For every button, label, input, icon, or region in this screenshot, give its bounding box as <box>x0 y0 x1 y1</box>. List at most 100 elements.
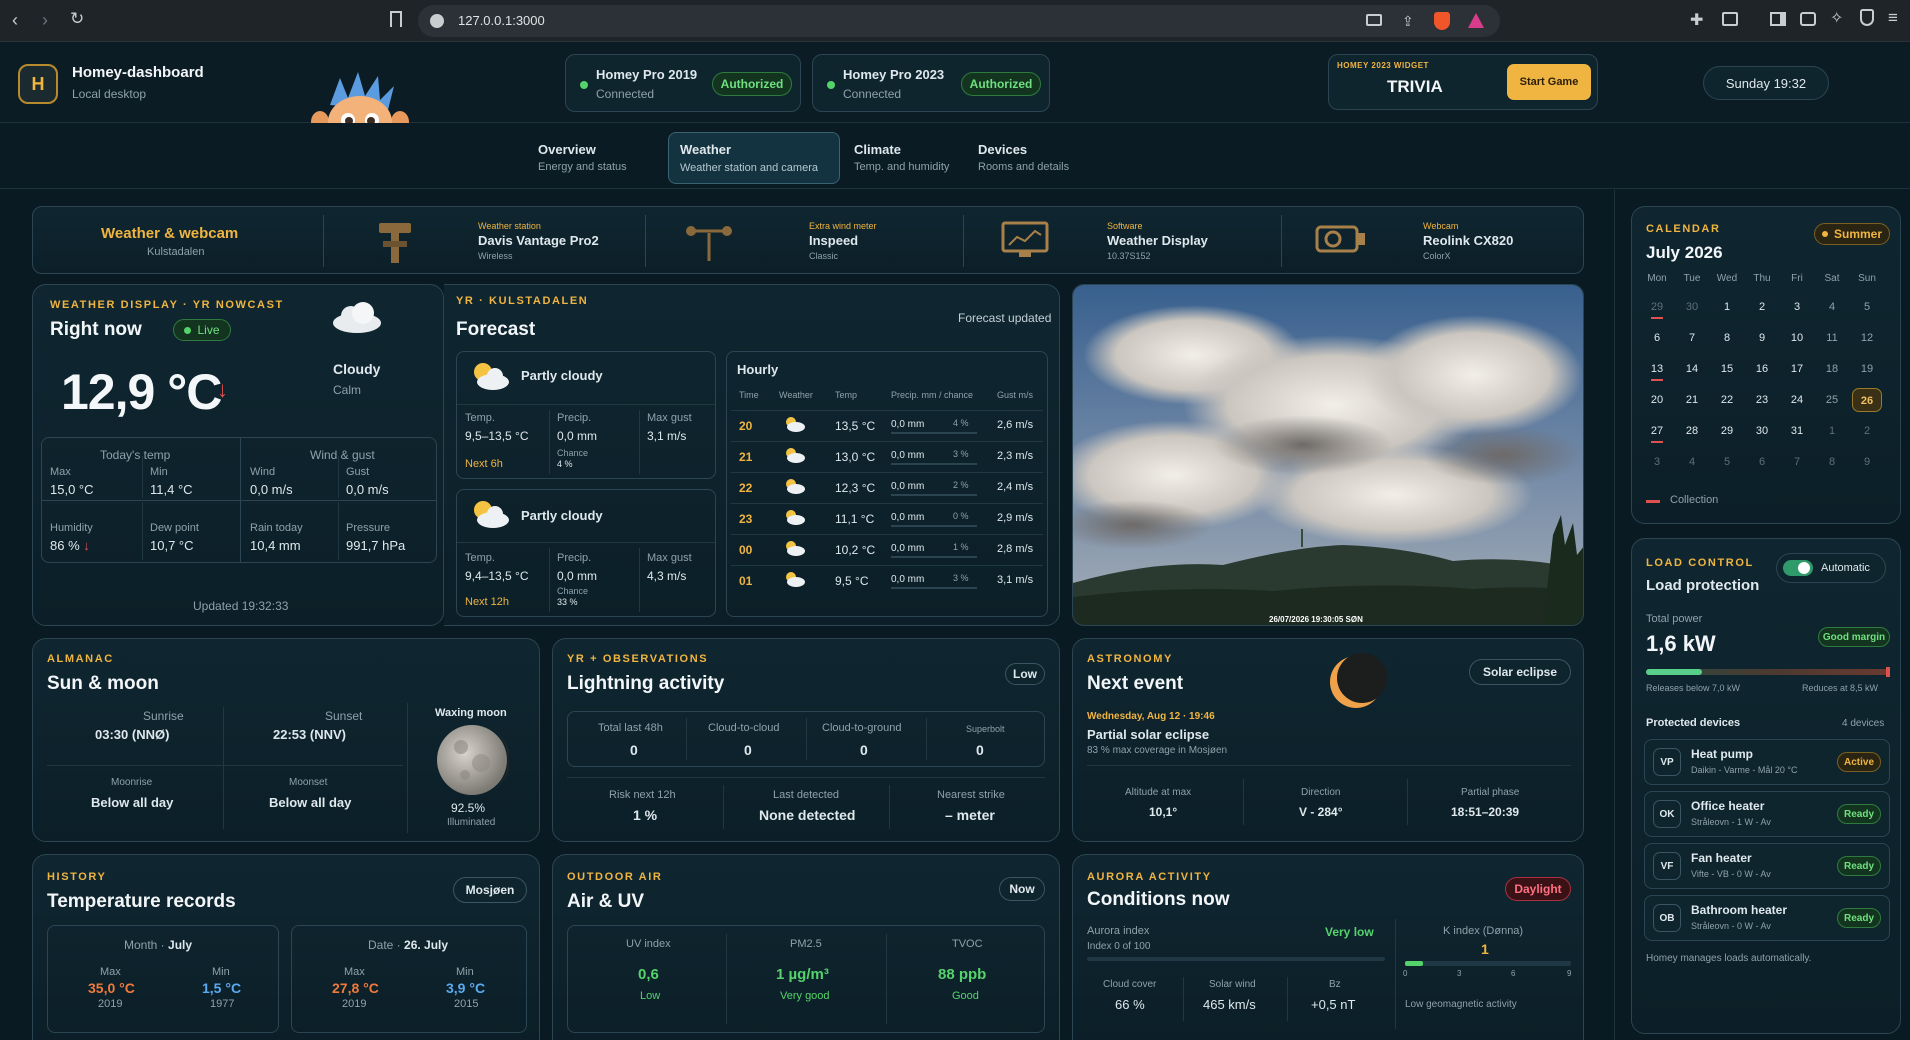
share-icon[interactable]: ⇪ <box>1402 13 1414 30</box>
tab-icon[interactable] <box>1722 12 1738 26</box>
hour-temp: 11,1 °C <box>835 512 875 526</box>
load-device-row[interactable]: OK Office heater Stråleovn - 1 W - Av Re… <box>1644 791 1890 837</box>
device-homey-2023[interactable]: Homey Pro 2023 Connected Authorized <box>812 54 1050 112</box>
hourly-row: 22 12,3 °C 0,0 mm 2 % 2,4 m/s <box>731 472 1043 500</box>
calendar-day[interactable]: 2 <box>1747 295 1777 319</box>
precip-bar <box>891 463 977 465</box>
trend-down-icon: ↓ <box>217 377 228 402</box>
calendar-day[interactable]: 31 <box>1782 419 1812 443</box>
tab-devices[interactable]: Devices Rooms and details <box>968 135 1098 181</box>
strike-counts: Total last 48h 0 Cloud-to-cloud 0 Cloud-… <box>567 711 1045 767</box>
equip-name: Reolink CX820 <box>1423 233 1514 248</box>
superbolt-label: Superbolt <box>966 724 1005 734</box>
calendar-day[interactable]: 27 <box>1642 419 1672 443</box>
calendar-day[interactable]: 5 <box>1712 450 1742 474</box>
device-homey-2019[interactable]: Homey Pro 2019 Connected Authorized <box>565 54 801 112</box>
tab-overview[interactable]: Overview Energy and status <box>528 135 668 181</box>
phase-value: 18:51–20:39 <box>1451 805 1520 819</box>
calendar-day[interactable]: 25 <box>1817 388 1847 412</box>
tab-sublabel: Energy and status <box>538 161 627 173</box>
calendar-day[interactable]: 4 <box>1817 295 1847 319</box>
calendar-day-today[interactable]: 26 <box>1852 388 1882 412</box>
calendar-day[interactable]: 10 <box>1782 326 1812 350</box>
address-bar[interactable]: 127.0.0.1:3000 ⇪ <box>418 5 1500 37</box>
cloud-cover-label: Cloud cover <box>1103 979 1157 990</box>
calendar-day[interactable]: 6 <box>1747 450 1777 474</box>
url-text[interactable]: 127.0.0.1:3000 <box>458 13 545 28</box>
automatic-toggle[interactable]: Automatic <box>1776 553 1886 583</box>
site-info-icon[interactable] <box>430 14 444 28</box>
calendar-day[interactable]: 18 <box>1817 357 1847 381</box>
calendar-day[interactable]: 3 <box>1782 295 1812 319</box>
now-badge: Now <box>999 877 1045 901</box>
calendar-day[interactable]: 21 <box>1677 388 1707 412</box>
partly-cloudy-icon <box>786 417 805 432</box>
calendar-day[interactable]: 11 <box>1817 326 1847 350</box>
uv-label: UV index <box>626 938 671 950</box>
calendar-day[interactable]: 1 <box>1712 295 1742 319</box>
widget-title: TRIVIA <box>1387 77 1443 96</box>
forward-icon[interactable]: › <box>42 10 48 31</box>
calendar-day[interactable]: 30 <box>1677 295 1707 319</box>
calendar-day[interactable]: 4 <box>1677 450 1707 474</box>
cast-icon[interactable] <box>1366 14 1382 26</box>
aurora-index-value: Very low <box>1325 925 1374 939</box>
load-device-row[interactable]: OB Bathroom heater Stråleovn - 0 W - Av … <box>1644 895 1890 941</box>
calendar-day[interactable]: 14 <box>1677 357 1707 381</box>
calendar-day[interactable]: 16 <box>1747 357 1777 381</box>
brave-shield-icon[interactable] <box>1434 12 1450 30</box>
tab-weather[interactable]: Weather Weather station and camera <box>668 132 840 184</box>
load-device-row[interactable]: VP Heat pump Daikin - Varme - Mål 20 °C … <box>1644 739 1890 785</box>
calendar-day[interactable]: 29 <box>1642 295 1672 319</box>
calendar-day[interactable]: 1 <box>1817 419 1847 443</box>
back-icon[interactable]: ‹ <box>12 10 18 31</box>
calendar-day[interactable]: 2 <box>1852 419 1882 443</box>
calendar-day[interactable]: 30 <box>1747 419 1777 443</box>
sidebar-icon[interactable] <box>1770 12 1786 26</box>
menu-icon[interactable]: ≡ <box>1888 8 1898 28</box>
calendar-day[interactable]: 3 <box>1642 450 1672 474</box>
wallet-icon[interactable] <box>1800 12 1816 26</box>
calendar-day[interactable]: 5 <box>1852 295 1882 319</box>
divider <box>726 934 727 1024</box>
load-device-row[interactable]: VF Fan heater Vifte - VB - 0 W - Av Read… <box>1644 843 1890 889</box>
calendar-day[interactable]: 9 <box>1747 326 1777 350</box>
calendar-day[interactable]: 7 <box>1782 450 1812 474</box>
k-tick: 0 <box>1403 969 1408 978</box>
calendar-day[interactable]: 17 <box>1782 357 1812 381</box>
calendar-day[interactable]: 13 <box>1642 357 1672 381</box>
hour-chance: 3 % <box>953 573 969 583</box>
logo: H <box>18 64 58 104</box>
reload-icon[interactable]: ↻ <box>70 9 84 29</box>
min-label: Min <box>456 966 474 978</box>
calendar-day[interactable]: 28 <box>1677 419 1707 443</box>
calendar-day[interactable]: 6 <box>1642 326 1672 350</box>
webcam-image[interactable]: 26/07/2026 19:30:05 SØN <box>1072 284 1584 626</box>
hour-gust: 3,1 m/s <box>997 574 1034 586</box>
calendar-day[interactable]: 8 <box>1817 450 1847 474</box>
location-badge[interactable]: Mosjøen <box>453 877 527 903</box>
ai-icon[interactable]: ✧ <box>1830 8 1843 28</box>
extensions-icon[interactable]: ✚ <box>1690 10 1703 30</box>
vpn-icon[interactable] <box>1860 9 1874 26</box>
calendar-day[interactable]: 20 <box>1642 388 1672 412</box>
calendar-day[interactable]: 12 <box>1852 326 1882 350</box>
calendar-day[interactable]: 24 <box>1782 388 1812 412</box>
start-game-button[interactable]: Start Game <box>1507 64 1591 100</box>
calendar-day[interactable]: 22 <box>1712 388 1742 412</box>
calendar-day[interactable]: 29 <box>1712 419 1742 443</box>
level-badge: Low <box>1005 663 1045 685</box>
calendar-day[interactable]: 9 <box>1852 450 1882 474</box>
calendar-day[interactable]: 8 <box>1712 326 1742 350</box>
rewards-icon[interactable] <box>1468 13 1484 28</box>
calendar-day[interactable]: 15 <box>1712 357 1742 381</box>
col-temp: Temp <box>835 390 858 400</box>
sunrise-label: Sunrise <box>143 709 184 723</box>
moonrise-value: Below all day <box>91 795 174 810</box>
calendar-day[interactable]: 7 <box>1677 326 1707 350</box>
bookmark-icon[interactable] <box>390 11 402 27</box>
tab-climate[interactable]: Climate Temp. and humidity <box>844 135 974 181</box>
history-card: HISTORY Temperature records Mosjøen Mont… <box>32 854 540 1040</box>
calendar-day[interactable]: 23 <box>1747 388 1777 412</box>
calendar-day[interactable]: 19 <box>1852 357 1882 381</box>
